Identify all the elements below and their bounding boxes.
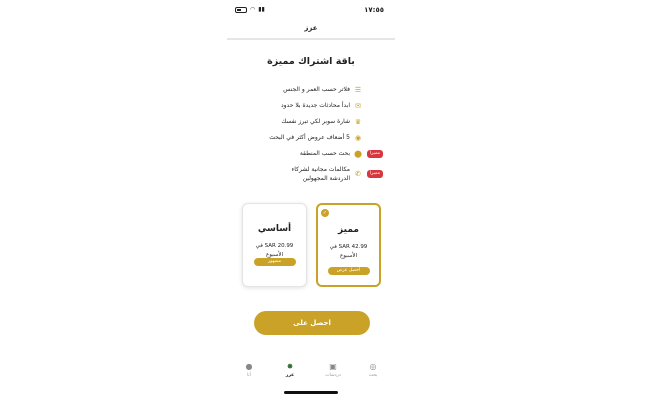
tab-boost[interactable]: ✸ عزز bbox=[275, 362, 305, 380]
subscribe-button[interactable]: احصل على bbox=[254, 311, 370, 335]
battery-icon bbox=[235, 7, 247, 13]
boost-icon: ✸ bbox=[286, 362, 294, 371]
premium-badge: مميزا bbox=[366, 170, 383, 178]
status-icons: ◠ ▮▮ bbox=[235, 7, 265, 13]
page-title: باقة اشتراك مميزة bbox=[267, 56, 355, 67]
tab-me[interactable]: ● أنا bbox=[234, 362, 264, 380]
checkmark-icon: ✓ bbox=[321, 209, 329, 217]
sliders-icon: ☰ bbox=[354, 86, 362, 94]
app-screen: ◠ ▮▮ ١٧:٥٥ عزز باقة اشتراك مميزة ☰ فلاتر… bbox=[227, 0, 395, 400]
plan-card-basic[interactable]: أساسي SAR 20.99 في الأسبوع مشهور bbox=[242, 203, 307, 287]
nav-divider bbox=[227, 38, 395, 40]
plan-title: مميز bbox=[338, 225, 359, 235]
plan-label-button[interactable]: مشهور bbox=[253, 258, 296, 266]
feature-region-search: بحث حسب المنطقة bbox=[299, 150, 350, 157]
tab-bar: ◎ بحث ▣ دردشات ✸ عزز ● أنا bbox=[227, 362, 395, 384]
plan-price: SAR 42.99 في الأسبوع bbox=[329, 244, 368, 259]
phone-icon: ✆ bbox=[355, 170, 361, 178]
signal-icon: ▮▮ bbox=[258, 6, 265, 13]
spiral-search-icon: ◎ bbox=[369, 362, 377, 371]
plan-title: أساسي bbox=[257, 224, 292, 234]
crown-icon: ♛ bbox=[354, 118, 362, 126]
status-time: ١٧:٥٥ bbox=[364, 6, 384, 14]
feature-super-badge: شارة سوبر لكي تبرز نفسك bbox=[281, 118, 350, 125]
nav-title: عزز bbox=[304, 24, 318, 32]
feature-free-calls: مكالمات مجانية لشركاء الدردشة المجهولين bbox=[291, 166, 350, 182]
tab-chats[interactable]: ▣ دردشات bbox=[318, 362, 348, 380]
chat-icon: ▣ bbox=[329, 362, 337, 371]
feature-unlimited-chats: ابدأ محادثات جديدة بلا حدود bbox=[280, 102, 350, 109]
status-bar: ◠ ▮▮ ١٧:٥٥ bbox=[227, 6, 395, 16]
tab-search[interactable]: ◎ بحث bbox=[358, 362, 388, 380]
eye-icon: ◉ bbox=[354, 134, 362, 142]
wifi-icon: ◠ bbox=[250, 6, 256, 13]
user-icon: ● bbox=[245, 362, 253, 371]
plan-label-button[interactable]: أحصل عرض bbox=[327, 267, 370, 275]
feature-age-gender-filter: فلاتر حسب العمر و الجنس bbox=[283, 86, 350, 93]
chat-bubbles-icon: ✉ bbox=[355, 102, 361, 110]
premium-badge: مميزا bbox=[366, 150, 383, 158]
plan-card-premium[interactable]: ✓ مميز SAR 42.99 في الأسبوع أحصل عرض bbox=[316, 203, 381, 287]
home-indicator bbox=[284, 391, 338, 394]
feature-more-views: 5 أضعاف عروض أكثر في البحث bbox=[269, 134, 350, 141]
location-pin-icon: ⬤ bbox=[354, 150, 362, 158]
